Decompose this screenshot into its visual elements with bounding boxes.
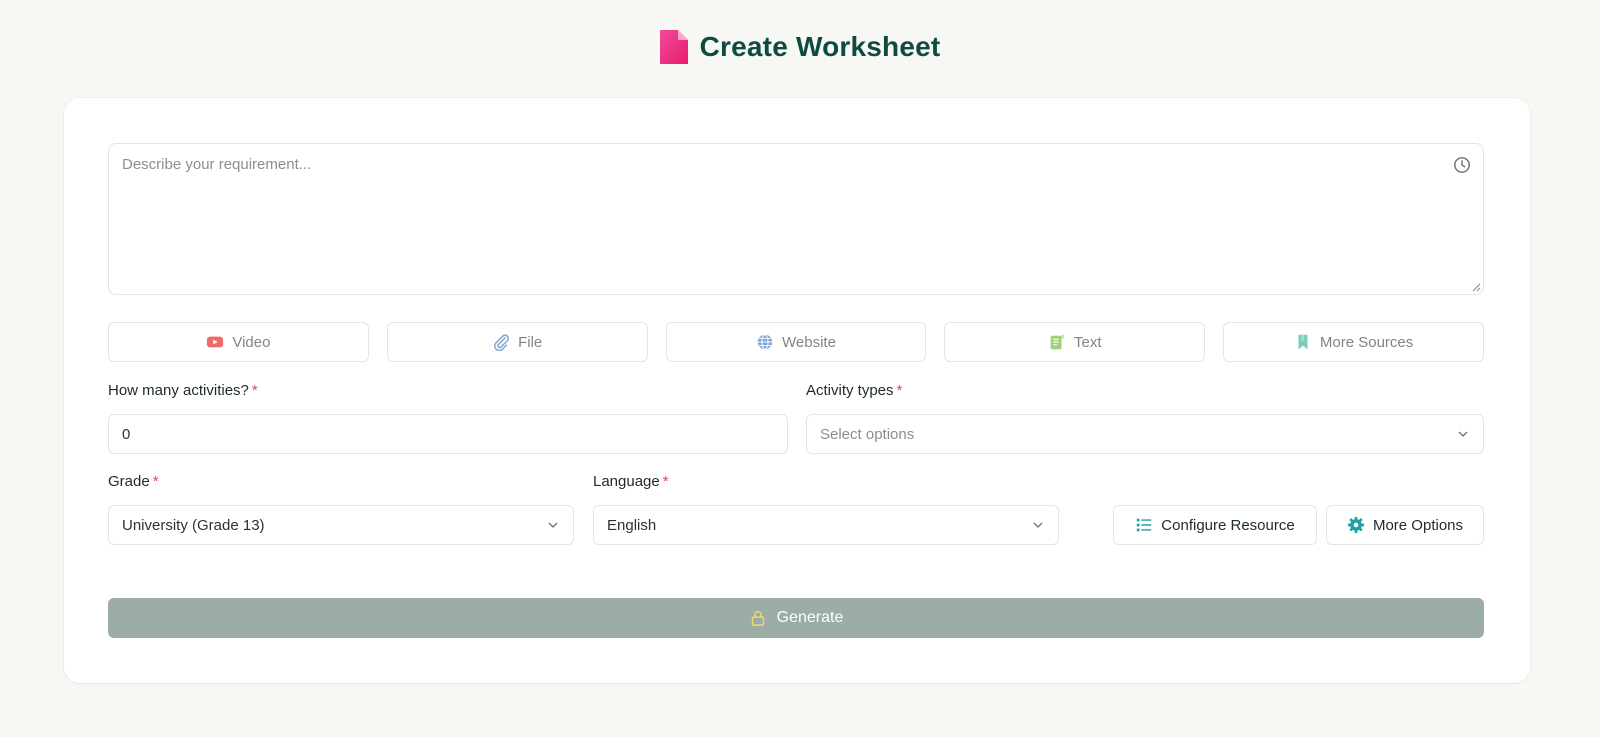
source-text-button[interactable]: Text xyxy=(944,322,1206,362)
grade-select[interactable]: University (Grade 13) xyxy=(108,505,574,545)
globe-icon xyxy=(757,334,773,350)
requirement-input-wrapper xyxy=(108,143,1484,295)
worksheet-form-card: Video File Website Text xyxy=(64,98,1530,683)
configure-resource-button[interactable]: Configure Resource xyxy=(1113,505,1317,545)
paperclip-icon xyxy=(494,334,510,351)
source-text-label: Text xyxy=(1074,333,1102,351)
document-icon xyxy=(659,30,688,64)
activities-count-label: How many activities? * xyxy=(108,382,258,399)
source-more-label: More Sources xyxy=(1319,333,1414,351)
source-buttons: Video File Website Text More Sources xyxy=(108,322,1484,362)
youtube-icon xyxy=(207,336,224,348)
generate-button[interactable]: Generate xyxy=(108,598,1484,638)
gear-icon xyxy=(1347,516,1365,534)
activities-count-input[interactable]: 0 xyxy=(108,414,788,454)
page-header: Create Worksheet xyxy=(0,30,1600,64)
text-note-icon xyxy=(1050,334,1065,350)
more-options-button[interactable]: More Options xyxy=(1326,505,1484,545)
source-video-label: Video xyxy=(232,333,271,351)
source-video-button[interactable]: Video xyxy=(108,322,369,362)
activity-types-placeholder: Select options xyxy=(820,425,915,443)
requirement-input[interactable] xyxy=(109,144,1483,294)
chevron-down-icon xyxy=(548,522,558,528)
language-value: English xyxy=(607,516,657,534)
list-icon xyxy=(1137,518,1152,532)
required-marker: * xyxy=(251,382,258,399)
chevron-down-icon xyxy=(1033,522,1043,528)
source-more-button[interactable]: More Sources xyxy=(1223,322,1484,362)
required-marker: * xyxy=(896,382,903,399)
source-website-button[interactable]: Website xyxy=(665,322,927,362)
source-website-label: Website xyxy=(782,333,836,351)
required-marker: * xyxy=(662,473,669,490)
required-marker: * xyxy=(152,473,159,490)
history-icon[interactable] xyxy=(1453,156,1471,174)
page-title: Create Worksheet xyxy=(699,31,941,62)
grade-label: Grade * xyxy=(108,473,159,490)
source-file-label: File xyxy=(518,333,543,351)
lock-icon xyxy=(751,611,764,626)
activity-types-select[interactable]: Select options xyxy=(806,414,1484,454)
generate-label: Generate xyxy=(776,609,844,626)
chevron-down-icon xyxy=(1458,431,1468,437)
language-select[interactable]: English xyxy=(593,505,1059,545)
bookmark-icon xyxy=(1298,334,1308,350)
source-file-button[interactable]: File xyxy=(386,322,648,362)
activities-count-value: 0 xyxy=(122,425,131,443)
activity-types-label: Activity types * xyxy=(806,382,903,399)
configure-resource-label: Configure Resource xyxy=(1161,516,1295,534)
grade-value: University (Grade 13) xyxy=(122,516,265,534)
more-options-label: More Options xyxy=(1372,516,1464,534)
language-label: Language * xyxy=(593,473,669,490)
resize-handle-icon[interactable] xyxy=(1469,280,1481,292)
